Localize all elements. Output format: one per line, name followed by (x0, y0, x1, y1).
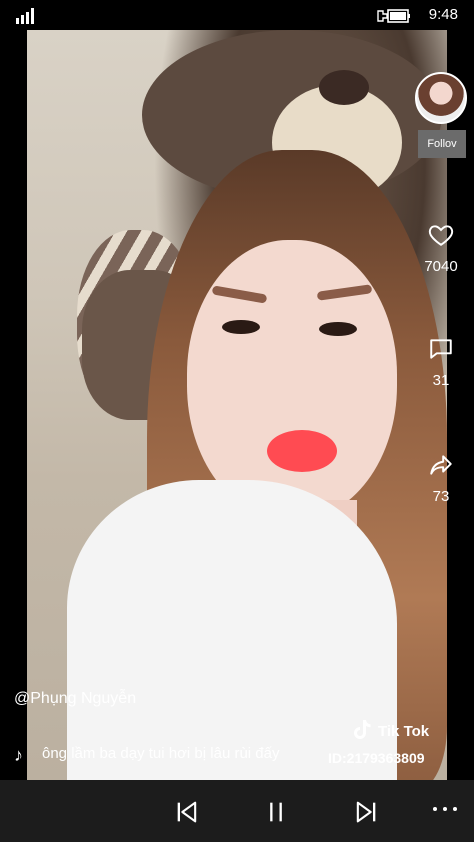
previous-icon (177, 801, 197, 823)
status-bar: 9:48 (0, 0, 474, 30)
share-button[interactable]: 73 (414, 452, 468, 505)
battery-icon (377, 9, 410, 23)
music-note-icon: ♪ (14, 745, 23, 765)
face (187, 240, 397, 520)
mouth (267, 430, 337, 472)
more-icon[interactable] (432, 804, 458, 814)
follow-button[interactable]: Follov (418, 130, 466, 158)
share-icon (430, 455, 452, 475)
comment-button[interactable]: 31 (414, 336, 468, 389)
previous-button[interactable] (173, 798, 203, 828)
tiktok-logo-icon (354, 720, 371, 739)
white-shirt (67, 480, 397, 780)
playback-controls (0, 780, 474, 842)
tiktok-brand: Tik Tok (378, 723, 430, 740)
shares-count: 73 (432, 488, 450, 505)
right-eye (319, 322, 357, 336)
next-icon (356, 801, 376, 823)
caption-text: ông lầm ba dạy tui hơi bị lâu rùi đấy (42, 745, 280, 762)
left-eye (222, 320, 260, 334)
heart-icon (428, 225, 454, 246)
next-button[interactable] (352, 798, 382, 828)
video-id: ID:2179363809 (328, 750, 425, 766)
likes-count: 7040 (424, 258, 458, 275)
profile-avatar[interactable] (415, 72, 467, 124)
comments-count: 31 (432, 372, 450, 389)
username-label[interactable]: @Phụng Nguyễn (14, 690, 136, 708)
video-player[interactable] (27, 30, 447, 780)
bear-nose (319, 70, 369, 105)
comment-icon (430, 339, 452, 359)
like-button[interactable]: 7040 (414, 222, 468, 275)
pause-icon (270, 802, 282, 822)
pause-button[interactable] (262, 798, 292, 828)
signal-icon (16, 8, 34, 24)
clock: 9:48 (428, 6, 458, 23)
